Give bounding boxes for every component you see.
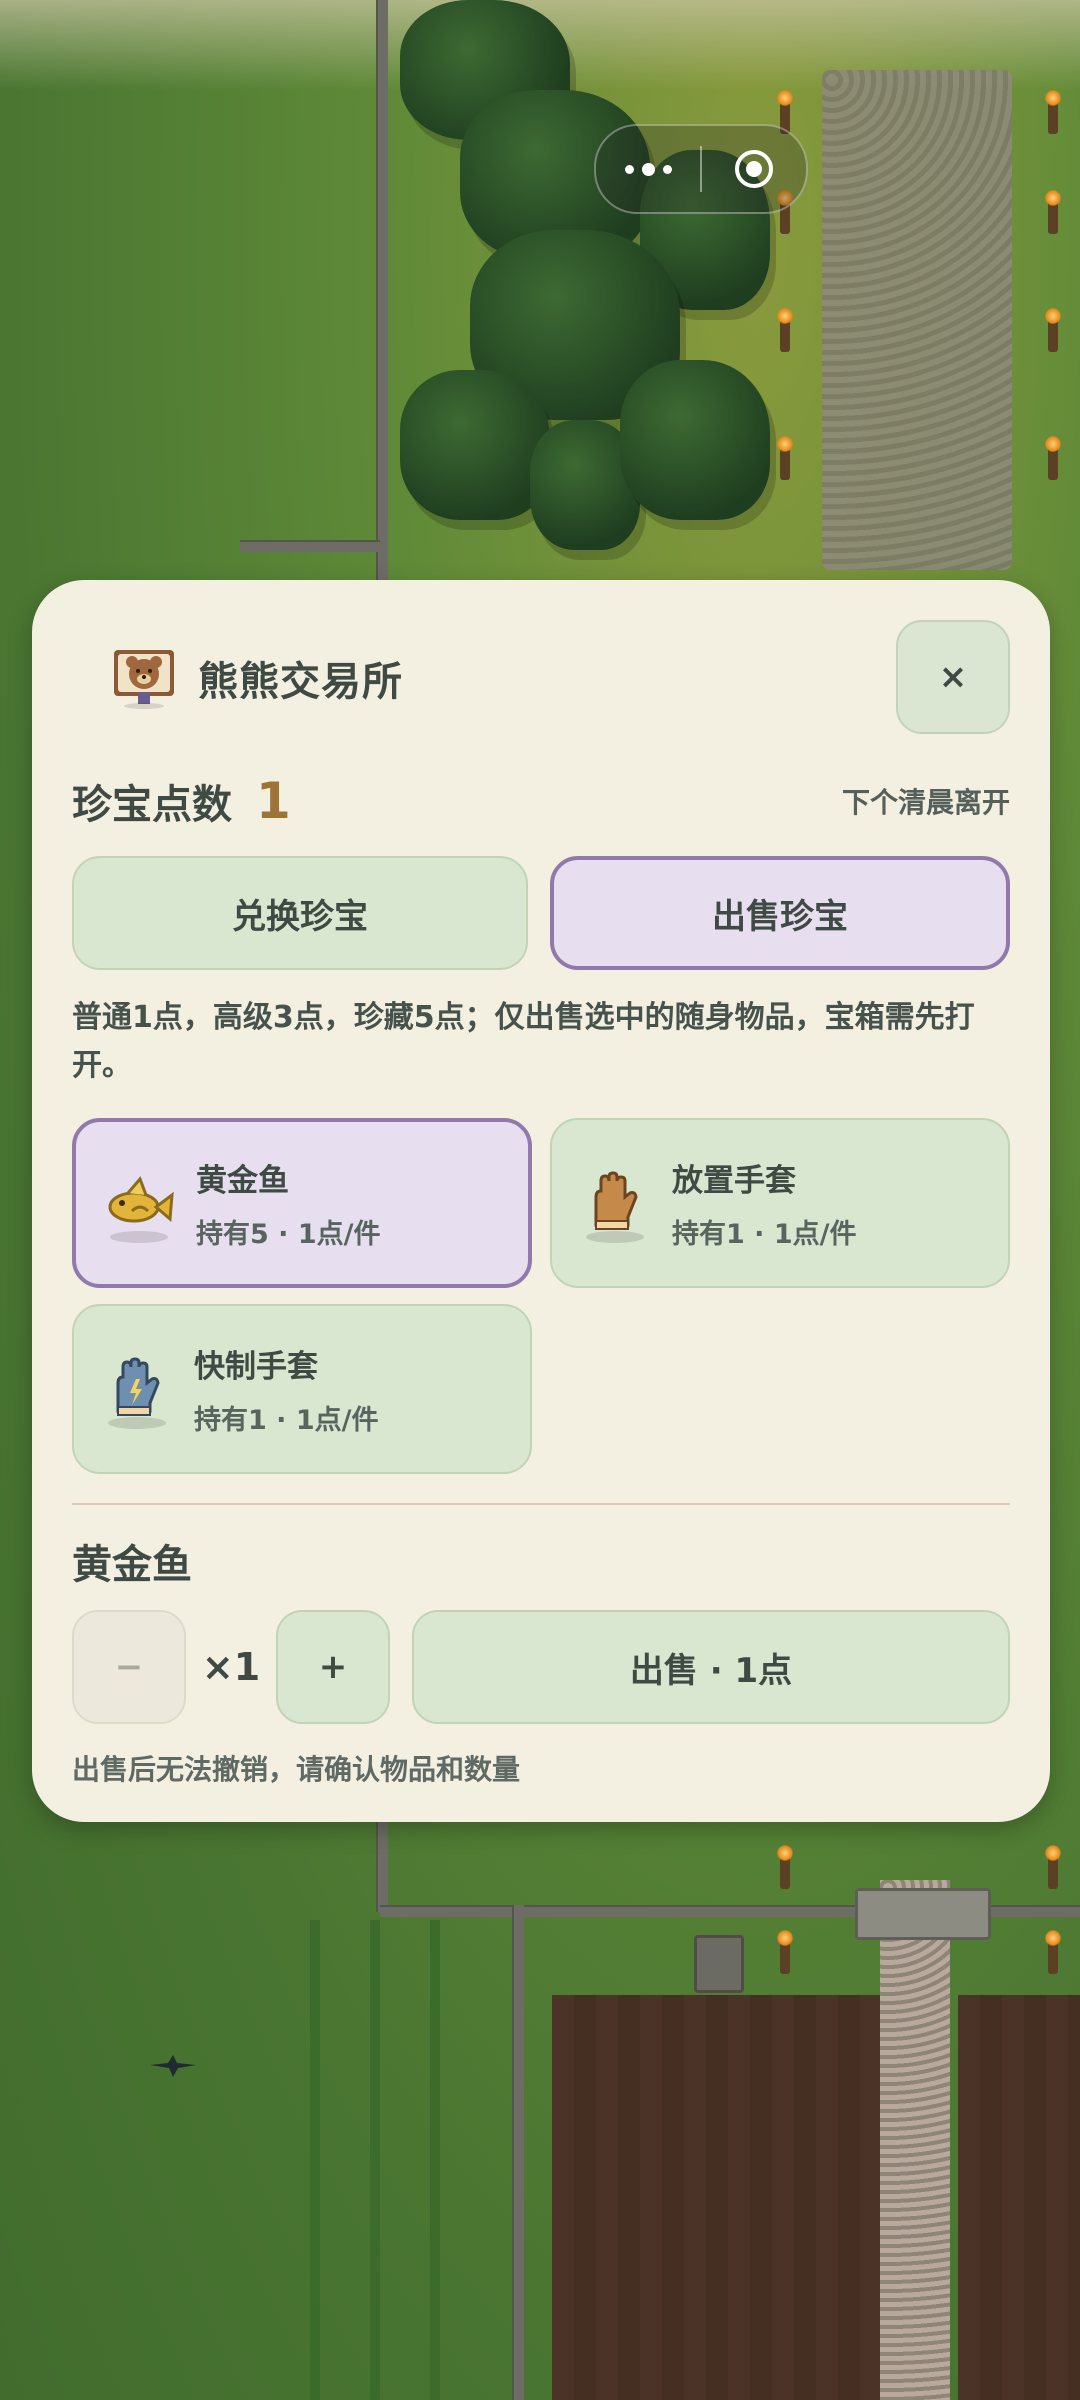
increase-quantity-button[interactable]: + (276, 1610, 390, 1724)
tab-exchange[interactable]: 兑换珍宝 (72, 856, 528, 970)
dialog-header: 熊熊交易所 × (72, 620, 1010, 736)
golden-fish-icon (102, 1167, 174, 1243)
close-button[interactable]: × (896, 620, 1010, 734)
crop-rows (290, 1920, 490, 2400)
item-name: 黄金鱼 (196, 1163, 289, 1199)
mini-program-capsule (594, 124, 808, 214)
fence-vertical-field (512, 1905, 524, 2400)
leave-time-note: 下个清晨离开 (841, 786, 1010, 819)
tab-sell[interactable]: 出售珍宝 (550, 856, 1010, 970)
section-divider (72, 1503, 1010, 1505)
crow-icon (150, 2055, 196, 2077)
tree (620, 360, 770, 520)
item-meta: 持有1 · 1点/件 (194, 1405, 379, 1436)
item-card-quick-craft-glove[interactable]: 快制手套 持有1 · 1点/件 (72, 1304, 532, 1474)
item-text: 放置手套 持有1 · 1点/件 (672, 1155, 857, 1251)
selected-item-name: 黄金鱼 (72, 1542, 192, 1588)
more-dots-icon (624, 162, 672, 176)
mailbox-post (694, 1935, 744, 1993)
close-miniprogram-button[interactable] (702, 126, 806, 212)
torch (777, 436, 793, 480)
torch (1045, 1930, 1061, 1974)
item-name: 快制手套 (194, 1349, 318, 1385)
torch (1045, 1845, 1061, 1889)
sell-button[interactable]: 出售 · 1点 (412, 1610, 1010, 1724)
mode-tabs: 兑换珍宝 出售珍宝 (72, 856, 1010, 970)
sell-rules-description: 普通1点，高级3点，珍藏5点；仅出售选中的随身物品，宝箱需先打开。 (72, 1000, 975, 1083)
torch (777, 1845, 793, 1889)
item-text: 黄金鱼 持有5 · 1点/件 (196, 1155, 381, 1251)
tilled-soil (552, 1995, 880, 2400)
tilled-soil (958, 1995, 1080, 2400)
points-row: 珍宝点数 1 下个清晨离开 (72, 766, 1010, 836)
close-icon: × (938, 657, 968, 697)
torch (777, 1930, 793, 1974)
decrease-quantity-button[interactable]: − (72, 1610, 186, 1724)
points-label: 珍宝点数 (72, 782, 232, 828)
torch (1045, 436, 1061, 480)
fence-horizontal (240, 540, 380, 552)
fence-gate (855, 1888, 991, 1940)
fence-vertical-lower (376, 1822, 388, 1912)
quantity-value: ×1 (201, 1645, 261, 1689)
more-menu-button[interactable] (596, 126, 700, 212)
item-meta: 持有5 · 1点/件 (196, 1219, 381, 1250)
item-card-golden-fish[interactable]: 黄金鱼 持有5 · 1点/件 (72, 1118, 532, 1288)
torch (1045, 90, 1061, 134)
torch (1045, 308, 1061, 352)
target-circle-icon (735, 150, 773, 188)
item-meta: 持有1 · 1点/件 (672, 1219, 857, 1250)
item-text: 快制手套 持有1 · 1点/件 (194, 1341, 379, 1437)
quantity-row: − ×1 + 出售 · 1点 (72, 1610, 1010, 1724)
fence-vertical (376, 0, 388, 580)
irreversible-warning: 出售后无法撤销，请确认物品和数量 (72, 1753, 521, 1786)
torch (777, 308, 793, 352)
place-glove-icon (578, 1167, 650, 1243)
stone-path-lower (880, 1880, 950, 2400)
quick-craft-glove-icon (100, 1353, 172, 1429)
torch (1045, 190, 1061, 234)
points-value: 1 (256, 772, 291, 830)
stone-path (822, 70, 1012, 570)
tree (400, 370, 550, 520)
bear-exchange-dialog: 熊熊交易所 × 珍宝点数 1 下个清晨离开 兑换珍宝 出售珍宝 普通1点，高级3… (32, 580, 1050, 1822)
item-card-place-glove[interactable]: 放置手套 持有1 · 1点/件 (550, 1118, 1010, 1288)
item-name: 放置手套 (672, 1163, 796, 1199)
dialog-title: 熊熊交易所 (198, 659, 403, 705)
bear-shop-icon (114, 650, 174, 709)
